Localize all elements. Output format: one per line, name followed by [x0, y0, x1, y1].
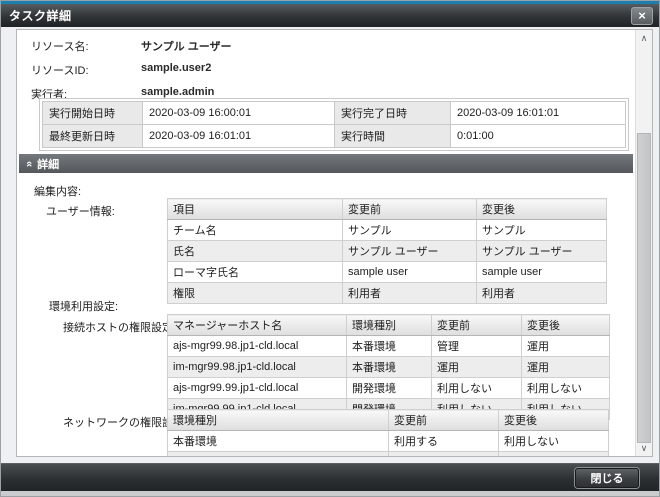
table-header-row: マネージャーホスト名 環境種別 変更前 変更後: [167, 314, 610, 336]
cell: 運用: [521, 356, 610, 378]
cell: 権限: [167, 282, 343, 304]
detail-section-header[interactable]: « 詳細: [19, 154, 633, 173]
table-header-row: 項目 変更前 変更後: [167, 198, 607, 220]
table-row: ajs-mgr99.98.jp1-cld.local 本番環境 管理 運用: [167, 335, 610, 357]
column-header: マネージャーホスト名: [167, 314, 347, 336]
cell: sample user: [342, 261, 477, 283]
host-permission-label: 接続ホストの権限設定:: [63, 322, 177, 334]
cell: 利用しない: [521, 377, 610, 399]
cell: 利用者: [476, 282, 607, 304]
scroll-down-icon[interactable]: ∨: [636, 440, 652, 456]
column-header: 環境種別: [167, 409, 389, 431]
dialog-body: リソース名: サンプル ユーザー リソースID: sample.user2 実行…: [1, 27, 659, 463]
scroll-content: リソース名: サンプル ユーザー リソースID: sample.user2 実行…: [17, 30, 635, 456]
vertical-scrollbar[interactable]: ∧ ∨: [635, 30, 652, 456]
cell: 利用しない: [498, 451, 609, 456]
cell: im-mgr99.98.jp1-cld.local: [167, 356, 347, 378]
field-label: リソース名:: [31, 41, 89, 53]
cell: ajs-mgr99.99.jp1-cld.local: [167, 377, 347, 399]
dialog-titlebar: タスク詳細 ×: [1, 4, 659, 27]
column-header: 項目: [167, 198, 343, 220]
dialog-bottom-edge: [1, 491, 659, 496]
cell: サンプル: [476, 219, 607, 241]
dialog-title: タスク詳細: [9, 9, 72, 23]
cell: サンプル ユーザー: [342, 240, 477, 262]
column-header: 変更前: [342, 198, 477, 220]
cell: サンプル ユーザー: [476, 240, 607, 262]
column-header: 変更後: [498, 409, 609, 431]
table-row: im-mgr99.98.jp1-cld.local 本番環境 運用 運用: [167, 356, 610, 378]
field-value: sample.admin: [141, 86, 215, 98]
user-info-label: ユーザー情報:: [46, 206, 115, 218]
cell: 運用: [431, 356, 522, 378]
cell: サンプル: [342, 219, 477, 241]
table-row: ajs-mgr99.99.jp1-cld.local 開発環境 利用しない 利用…: [167, 377, 610, 399]
time-label: 実行完了日時: [334, 101, 451, 125]
host-permission-table: マネージャーホスト名 環境種別 変更前 変更後 ajs-mgr99.98.jp1…: [167, 314, 610, 420]
time-value: 0:01:00: [450, 124, 626, 148]
table-row: チーム名 サンプル サンプル: [167, 219, 607, 241]
scroll-panel: リソース名: サンプル ユーザー リソースID: sample.user2 実行…: [16, 29, 653, 457]
cell: 利用する: [388, 430, 499, 452]
edit-contents-label: 編集内容:: [34, 186, 82, 198]
cell: 利用しない: [388, 451, 499, 456]
column-header: 変更後: [521, 314, 610, 336]
time-value: 2020-03-09 16:01:01: [450, 101, 626, 125]
close-icon[interactable]: ×: [631, 6, 653, 25]
cell: 利用者: [342, 282, 477, 304]
time-label: 実行時間: [334, 124, 451, 148]
column-header: 変更前: [431, 314, 522, 336]
time-value: 2020-03-09 16:01:01: [142, 124, 335, 148]
table-row: 最終更新日時 2020-03-09 16:01:01 実行時間 0:01:00: [42, 124, 626, 148]
cell: 氏名: [167, 240, 343, 262]
env-settings-label: 環境利用設定:: [49, 301, 119, 313]
task-detail-dialog: タスク詳細 × リソース名: サンプル ユーザー リソースID: sample.…: [0, 0, 660, 497]
scroll-up-icon[interactable]: ∧: [636, 30, 652, 46]
cell: 利用しない: [431, 377, 522, 399]
time-label: 最終更新日時: [42, 124, 143, 148]
table-row: 権限 利用者 利用者: [167, 282, 607, 304]
cell: 利用しない: [498, 430, 609, 452]
cell: 本番環境: [167, 430, 389, 452]
time-table-frame: 実行開始日時 2020-03-09 16:00:01 実行完了日時 2020-0…: [39, 98, 629, 151]
cell: 本番環境: [346, 356, 432, 378]
cell: 運用: [521, 335, 610, 357]
collapse-icon: «: [23, 160, 36, 167]
table-row: 開発環境 利用しない 利用しない: [167, 451, 609, 456]
cell: 本番環境: [346, 335, 432, 357]
dialog-footer: 閉じる: [1, 463, 659, 491]
column-header: 変更後: [476, 198, 607, 220]
close-button[interactable]: 閉じる: [575, 467, 639, 488]
cell: 管理: [431, 335, 522, 357]
network-permission-table: 環境種別 変更前 変更後 本番環境 利用する 利用しない 開発環境 利用しない …: [167, 409, 609, 456]
time-value: 2020-03-09 16:00:01: [142, 101, 335, 125]
column-header: 変更前: [388, 409, 499, 431]
section-title: 詳細: [37, 158, 60, 171]
field-value: サンプル ユーザー: [141, 41, 232, 53]
table-row: 本番環境 利用する 利用しない: [167, 430, 609, 452]
cell: チーム名: [167, 219, 343, 241]
cell: 開発環境: [346, 377, 432, 399]
cell: ローマ字氏名: [167, 261, 343, 283]
field-value: sample.user2: [141, 62, 212, 74]
table-row: 実行開始日時 2020-03-09 16:00:01 実行完了日時 2020-0…: [42, 101, 626, 125]
time-table: 実行開始日時 2020-03-09 16:00:01 実行完了日時 2020-0…: [42, 101, 626, 148]
table-row: 氏名 サンプル ユーザー サンプル ユーザー: [167, 240, 607, 262]
cell: 開発環境: [167, 451, 389, 456]
column-header: 環境種別: [346, 314, 432, 336]
cell: sample user: [476, 261, 607, 283]
scrollbar-thumb[interactable]: [637, 133, 651, 443]
cell: ajs-mgr99.98.jp1-cld.local: [167, 335, 347, 357]
time-label: 実行開始日時: [42, 101, 143, 125]
table-row: ローマ字氏名 sample user sample user: [167, 261, 607, 283]
user-info-table: 項目 変更前 変更後 チーム名 サンプル サンプル 氏名 サンプル ユーザー サ…: [167, 198, 607, 304]
field-label: リソースID:: [31, 65, 89, 77]
table-header-row: 環境種別 変更前 変更後: [167, 409, 609, 431]
